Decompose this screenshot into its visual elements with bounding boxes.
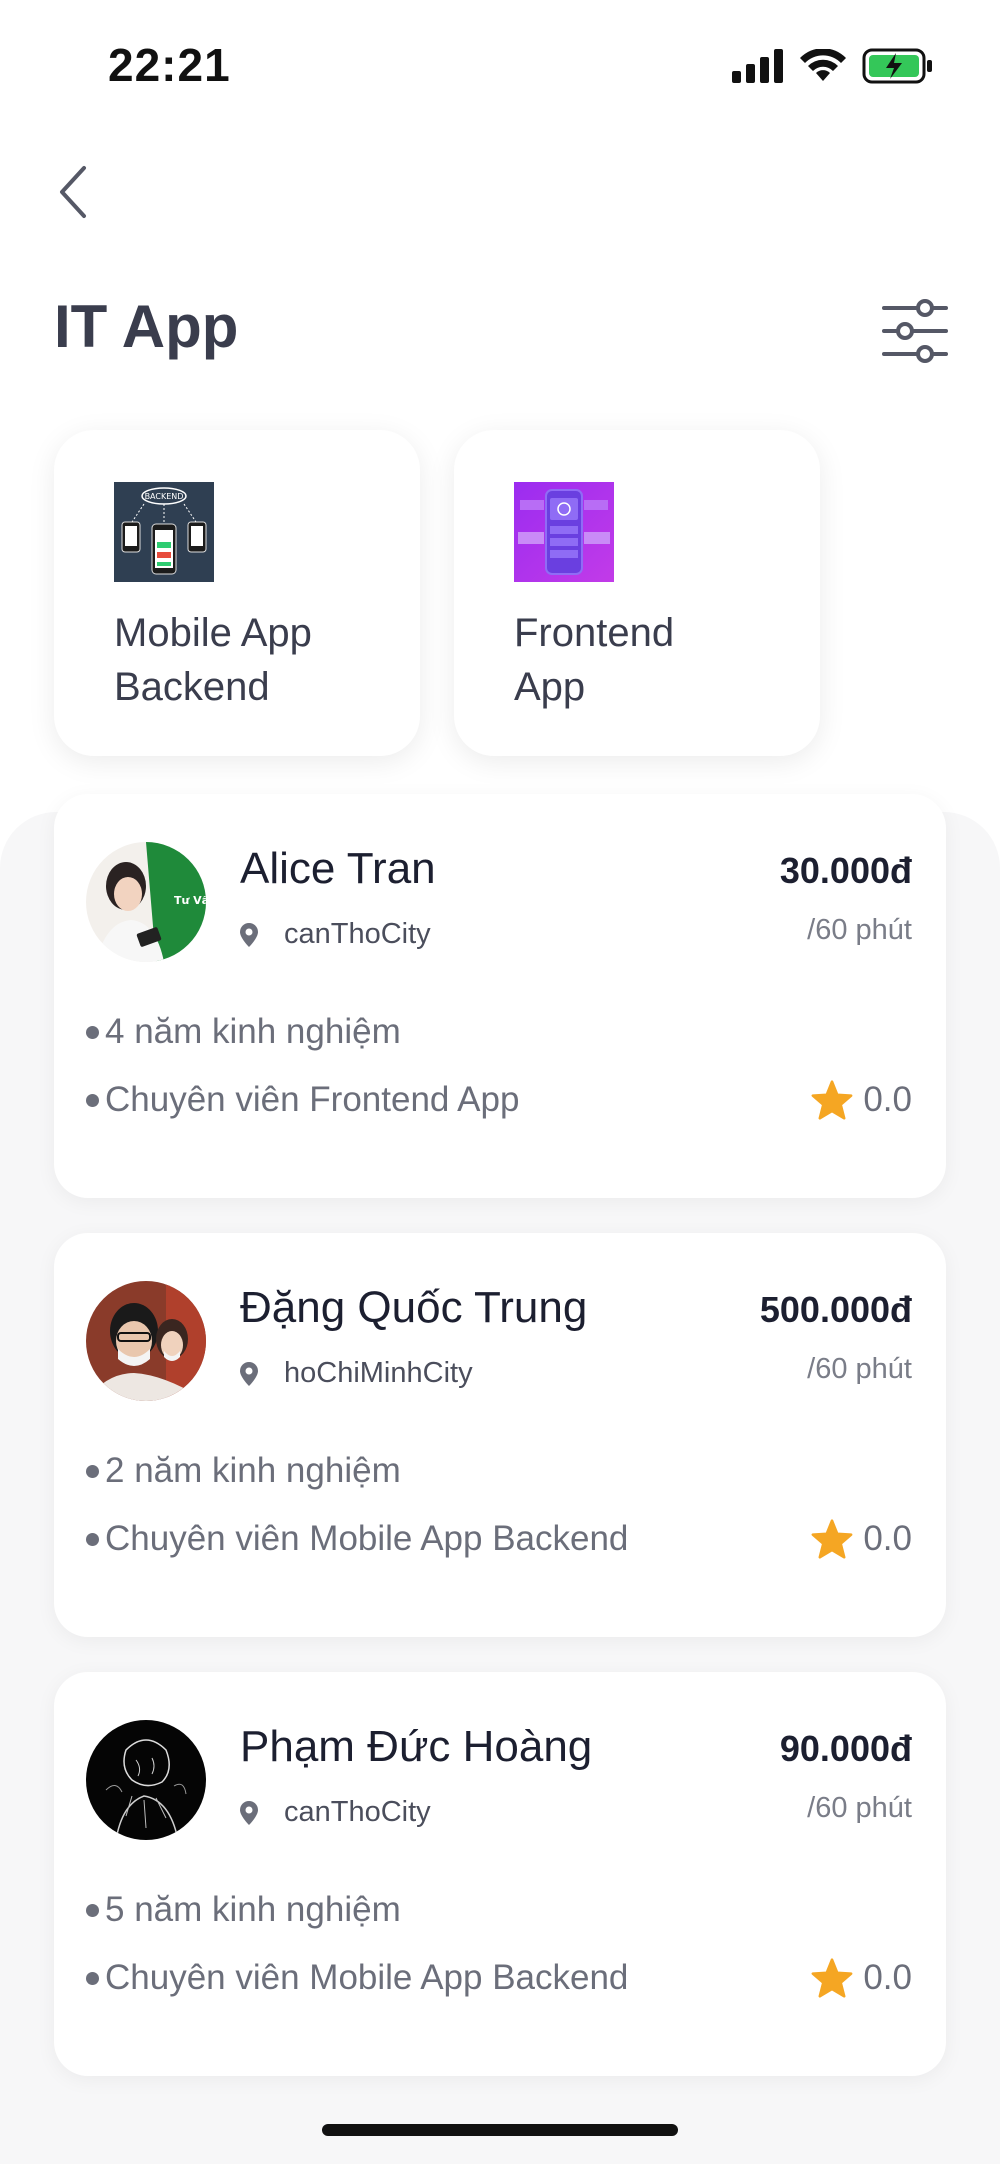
expert-price: 90.000đ (779, 1728, 912, 1769)
expert-name: Alice Tran (240, 844, 436, 893)
status-icons (732, 48, 934, 84)
expert-location: canThoCity (240, 1796, 431, 1829)
rating-value: 0.0 (863, 1958, 912, 1997)
svg-text:Tư Vấn: Tư Vấn (174, 894, 206, 907)
experience-item: 2 năm kinh nghiệm (86, 1451, 401, 1491)
price-unit: /60 phút (807, 1792, 912, 1824)
avatar: Tư Vấn (86, 842, 206, 962)
star-icon (811, 1958, 853, 1998)
rating-value: 0.0 (863, 1519, 912, 1558)
category-label: Mobile App Backend (114, 611, 312, 709)
bullet-dot (86, 1464, 99, 1478)
page-title: IT App (54, 293, 239, 360)
specialty-item: Chuyên viên Mobile App Backend (86, 1519, 628, 1559)
experience-item: 5 năm kinh nghiệm (86, 1890, 401, 1930)
bullet-dot (86, 1971, 99, 1985)
map-pin-icon (240, 1361, 258, 1386)
wifi-icon (800, 49, 846, 81)
home-indicator[interactable] (322, 2124, 678, 2136)
backend-thumbnail: BACKEND (114, 482, 214, 582)
category-card-frontend-app[interactable]: Frontend App (454, 430, 820, 756)
expert-name: Phạm Đức Hoàng (240, 1722, 593, 1771)
status-time: 22:21 (108, 39, 231, 91)
chevron-left-icon (60, 166, 86, 218)
back-button[interactable] (48, 160, 98, 224)
rating-value: 0.0 (863, 1080, 912, 1119)
expert-location: hoChiMinhCity (240, 1357, 473, 1390)
location-text: hoChiMinhCity (284, 1357, 473, 1389)
expert-card[interactable]: Tư Vấn Alice Tran canThoCity 30.000đ /60… (54, 794, 946, 1198)
sliders-icon (882, 299, 948, 363)
battery-charging-icon (862, 48, 932, 84)
category-card-mobile-app-backend[interactable]: BACKEND Mobile App Backend (54, 430, 420, 756)
cellular-signal-icon (732, 49, 783, 83)
map-pin-icon (240, 922, 258, 947)
status-bar: 22:21 (0, 0, 1000, 130)
star-icon (811, 1080, 853, 1120)
svg-text:BACKEND: BACKEND (145, 492, 184, 501)
location-text: canThoCity (284, 918, 431, 950)
expert-card[interactable]: Đặng Quốc Trung hoChiMinhCity 500.000đ /… (54, 1233, 946, 1637)
expert-card[interactable]: Phạm Đức Hoàng canThoCity 90.000đ /60 ph… (54, 1672, 946, 2076)
map-pin-icon (240, 1800, 258, 1825)
specialty-item: Chuyên viên Mobile App Backend (86, 1958, 628, 1998)
specialty-item: Chuyên viên Frontend App (86, 1080, 519, 1120)
expert-name: Đặng Quốc Trung (240, 1283, 588, 1332)
expert-rating: 0.0 (811, 1519, 912, 1559)
bullet-dot (86, 1025, 99, 1039)
experience-item: 4 năm kinh nghiệm (86, 1012, 401, 1052)
avatar (86, 1281, 206, 1401)
bullet-dot (86, 1093, 99, 1107)
expert-price: 500.000đ (759, 1289, 912, 1330)
category-label: Frontend App (514, 611, 675, 709)
price-unit: /60 phút (807, 1353, 912, 1385)
expert-rating: 0.0 (811, 1080, 912, 1120)
filter-button[interactable] (880, 296, 950, 366)
bullet-dot (86, 1903, 99, 1917)
price-unit: /60 phút (807, 914, 912, 946)
expert-price: 30.000đ (779, 850, 912, 891)
bullet-dot (86, 1532, 99, 1546)
expert-location: canThoCity (240, 918, 431, 951)
category-list: BACKEND Mobile App Backend Frontend App (54, 430, 820, 756)
expert-rating: 0.0 (811, 1958, 912, 1998)
location-text: canThoCity (284, 1796, 431, 1828)
star-icon (811, 1519, 853, 1559)
avatar (86, 1720, 206, 1840)
frontend-thumbnail (514, 482, 614, 582)
